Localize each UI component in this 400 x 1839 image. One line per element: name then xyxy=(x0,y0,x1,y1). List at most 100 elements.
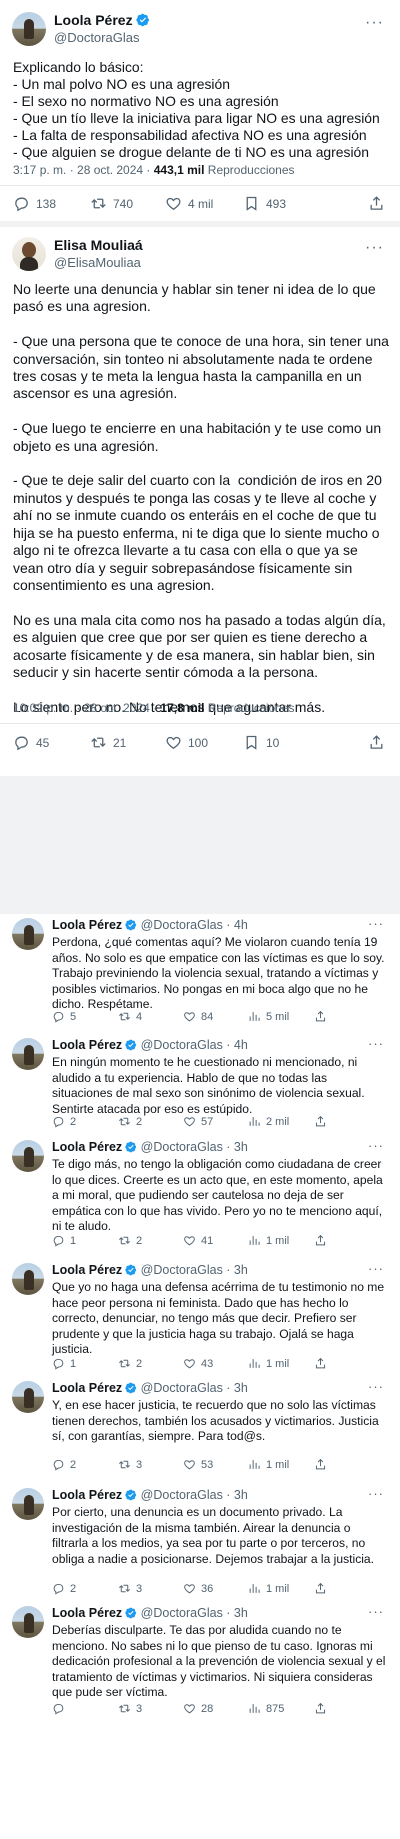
retweet-button[interactable]: 3 xyxy=(118,1702,142,1715)
author-name[interactable]: Loola Pérez xyxy=(52,1263,122,1277)
avatar[interactable] xyxy=(12,918,44,950)
like-button[interactable]: 53 xyxy=(183,1458,213,1471)
more-options-icon[interactable]: ··· xyxy=(368,1036,384,1051)
like-button[interactable]: 84 xyxy=(183,1010,213,1023)
reply-item[interactable]: Loola Pérez @DoctoraGlas · 3h ··· Por ci… xyxy=(0,1484,400,1596)
views-button[interactable]: 1 mil xyxy=(248,1458,289,1471)
more-options-icon[interactable]: ··· xyxy=(365,239,384,257)
author-name[interactable]: Loola Pérez xyxy=(52,1606,122,1620)
author-handle[interactable]: @DoctoraGlas · 4h xyxy=(141,918,248,932)
share-button[interactable] xyxy=(368,734,391,751)
retweet-button[interactable]: 4 xyxy=(118,1010,142,1023)
reply-button[interactable]: 2 xyxy=(52,1458,76,1471)
share-button[interactable] xyxy=(314,1234,332,1247)
author-handle[interactable]: @DoctoraGlas · 3h xyxy=(141,1606,248,1620)
reply-button[interactable] xyxy=(52,1702,70,1715)
views-button[interactable]: 1 mil xyxy=(248,1234,289,1247)
reply-item[interactable]: Loola Pérez @DoctoraGlas · 3h ··· Y, en … xyxy=(0,1377,400,1469)
like-button[interactable]: 4 mil xyxy=(165,195,213,212)
reply-item[interactable]: Loola Pérez @DoctoraGlas · 3h ··· Que yo… xyxy=(0,1259,400,1371)
reply-button[interactable]: 138 xyxy=(13,195,56,212)
like-button[interactable]: 57 xyxy=(183,1115,213,1128)
author-handle[interactable]: @DoctoraGlas · 3h xyxy=(141,1263,248,1277)
reply-thread: Loola Pérez @DoctoraGlas · 4h ··· Perdon… xyxy=(0,914,400,1839)
divider xyxy=(0,185,400,186)
avatar[interactable] xyxy=(12,237,46,271)
reply-icon xyxy=(52,1357,65,1370)
author-name[interactable]: Loola Pérez xyxy=(52,1488,122,1502)
section-gap xyxy=(0,776,400,914)
more-options-icon[interactable]: ··· xyxy=(368,916,384,931)
avatar[interactable] xyxy=(12,1038,44,1070)
views-button[interactable]: 875 xyxy=(248,1702,284,1715)
bookmark-button[interactable]: 493 xyxy=(243,195,286,212)
author-handle[interactable]: @DoctoraGlas · 3h xyxy=(141,1488,248,1502)
reply-item[interactable]: Loola Pérez @DoctoraGlas · 4h ··· Perdon… xyxy=(0,914,400,1032)
author-handle[interactable]: @ElisaMouliaa xyxy=(54,255,141,270)
retweet-button[interactable]: 2 xyxy=(118,1357,142,1370)
avatar[interactable] xyxy=(12,12,46,46)
reply-item[interactable]: Loola Pérez @DoctoraGlas · 3h ··· Te dig… xyxy=(0,1136,400,1254)
retweet-button[interactable]: 3 xyxy=(118,1582,142,1595)
like-button[interactable]: 41 xyxy=(183,1234,213,1247)
like-button[interactable]: 43 xyxy=(183,1357,213,1370)
share-button[interactable] xyxy=(314,1010,332,1023)
more-options-icon[interactable]: ··· xyxy=(368,1379,384,1394)
author-name[interactable]: Loola Pérez xyxy=(52,918,122,932)
avatar[interactable] xyxy=(12,1606,44,1638)
reply-item[interactable]: Loola Pérez @DoctoraGlas · 3h ··· Deberí… xyxy=(0,1602,400,1722)
author-handle[interactable]: @DoctoraGlas · 4h xyxy=(141,1038,248,1052)
views-button[interactable]: 5 mil xyxy=(248,1010,289,1023)
share-icon xyxy=(314,1115,327,1128)
like-button[interactable]: 100 xyxy=(165,734,208,751)
like-icon xyxy=(165,734,182,751)
views-button[interactable]: 1 mil xyxy=(248,1357,289,1370)
reply-button[interactable]: 5 xyxy=(52,1010,76,1023)
reply-count: 138 xyxy=(36,196,57,211)
views-button[interactable]: 2 mil xyxy=(248,1115,289,1128)
reply-button[interactable]: 2 xyxy=(52,1582,76,1595)
retweet-button[interactable]: 21 xyxy=(90,734,126,751)
retweet-button[interactable]: 3 xyxy=(118,1458,142,1471)
author-name[interactable]: Loola Pérez xyxy=(52,1038,122,1052)
author-handle[interactable]: @DoctoraGlas · 3h xyxy=(141,1381,248,1395)
reply-text: Por cierto, una denuncia es un documento… xyxy=(52,1505,375,1566)
share-button[interactable] xyxy=(314,1115,332,1128)
author-name[interactable]: Elisa Mouliaá xyxy=(54,237,143,253)
author-handle[interactable]: @DoctoraGlas xyxy=(54,30,139,45)
verified-badge-icon xyxy=(125,1039,137,1051)
avatar[interactable] xyxy=(12,1140,44,1172)
retweet-button[interactable]: 2 xyxy=(118,1115,142,1128)
author-name[interactable]: Loola Pérez xyxy=(52,1140,122,1154)
retweet-button[interactable]: 2 xyxy=(118,1234,142,1247)
more-options-icon[interactable]: ··· xyxy=(368,1486,384,1501)
avatar[interactable] xyxy=(12,1381,44,1413)
more-options-icon[interactable]: ··· xyxy=(365,14,384,32)
like-button[interactable]: 28 xyxy=(183,1702,213,1715)
share-button[interactable] xyxy=(314,1357,332,1370)
reply-button[interactable]: 45 xyxy=(13,734,49,751)
avatar[interactable] xyxy=(12,1488,44,1520)
author-name[interactable]: Loola Pérez xyxy=(52,1381,122,1395)
bookmark-button[interactable]: 10 xyxy=(243,734,279,751)
avatar[interactable] xyxy=(12,1263,44,1295)
share-button[interactable] xyxy=(314,1458,332,1471)
share-button[interactable] xyxy=(314,1702,332,1715)
more-options-icon[interactable]: ··· xyxy=(368,1261,384,1276)
tweet-timestamp[interactable]: 3:17 p. m. · 28 oct. 2024 · 443,1 mil Re… xyxy=(13,163,295,177)
reply-button[interactable]: 1 xyxy=(52,1234,76,1247)
more-options-icon[interactable]: ··· xyxy=(368,1604,384,1619)
author-handle[interactable]: @DoctoraGlas · 3h xyxy=(141,1140,248,1154)
like-count: 100 xyxy=(188,735,209,750)
more-options-icon[interactable]: ··· xyxy=(368,1138,384,1153)
retweet-button[interactable]: 740 xyxy=(90,195,133,212)
like-button[interactable]: 36 xyxy=(183,1582,213,1595)
share-button[interactable] xyxy=(314,1582,332,1595)
reply-button[interactable]: 1 xyxy=(52,1357,76,1370)
views-button[interactable]: 1 mil xyxy=(248,1582,289,1595)
reply-button[interactable]: 2 xyxy=(52,1115,76,1128)
share-button[interactable] xyxy=(368,195,391,212)
reply-item[interactable]: Loola Pérez @DoctoraGlas · 4h ··· En nin… xyxy=(0,1034,400,1134)
tweet-timestamp[interactable]: 10:02 p. m. · 28 oct. 2024 · 17,8 mil Re… xyxy=(13,701,295,715)
author-name[interactable]: Loola Pérez xyxy=(54,12,150,28)
